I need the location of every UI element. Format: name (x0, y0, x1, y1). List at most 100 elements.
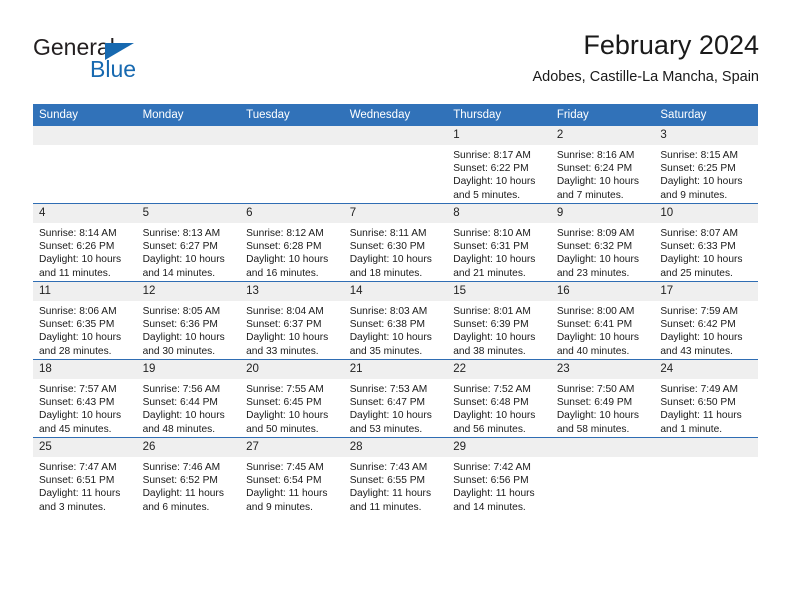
day-number: 15 (447, 282, 551, 301)
day-number: 26 (136, 438, 241, 457)
sunrise-text: Sunrise: 8:09 AM (556, 228, 635, 239)
calendar-day-cell[interactable]: 2 Sunrise: 8:16 AM Sunset: 6:24 PM Daylight… (550, 126, 655, 204)
daylight-text: Daylight: 11 hours and 6 minutes. (142, 488, 224, 513)
calendar-day-cell[interactable]: 18 Sunrise: 7:57 AM Sunset: 6:43 PM Dayligh… (33, 359, 137, 438)
calendar-day-cell[interactable]: 6 Sunrise: 8:12 AM Sunset: 6:28 PM Daylight… (240, 203, 344, 282)
daylight-text: Daylight: 10 hours and 58 minutes. (556, 410, 639, 435)
day-details: Sunrise: 7:42 AM Sunset: 6:56 PM Daylight:… (447, 457, 551, 514)
daylight-text: Daylight: 10 hours and 21 minutes. (453, 254, 536, 279)
sunrise-text: Sunrise: 8:07 AM (660, 228, 738, 239)
calendar-day-cell[interactable]: 24 Sunrise: 7:49 AM Sunset: 6:50 PM Dayligh… (654, 359, 758, 438)
daylight-text: Daylight: 10 hours and 40 minutes. (556, 332, 639, 357)
sunrise-text: Sunrise: 8:13 AM (142, 228, 221, 239)
day-details: Sunrise: 8:01 AM Sunset: 6:39 PM Daylight:… (447, 301, 551, 358)
daylight-text: Daylight: 10 hours and 16 minutes. (246, 254, 329, 279)
day-details: Sunrise: 7:45 AM Sunset: 6:54 PM Daylight:… (240, 457, 344, 514)
day-details: Sunrise: 8:13 AM Sunset: 6:27 PM Daylight:… (137, 223, 241, 280)
calendar-page: General Blue February 2024 Adobes, Casti… (0, 0, 792, 612)
sunrise-text: Sunrise: 8:00 AM (556, 306, 635, 317)
calendar-header-row: Sunday Monday Tuesday Wednesday Thursday Frid… (33, 104, 758, 126)
day-details: Sunrise: 7:56 AM Sunset: 6:44 PM Daylight:… (137, 379, 241, 436)
calendar-day-cell[interactable]: 19 Sunrise: 7:56 AM Sunset: 6:44 PM Dayligh… (136, 359, 241, 438)
calendar-day-cell[interactable]: 27 Sunrise: 7:45 AM Sunset: 6:54 PM Dayligh… (240, 437, 344, 515)
calendar-day-cell[interactable]: 29 Sunrise: 7:42 AM Sunset: 6:56 PM Dayligh… (447, 437, 551, 515)
day-details: Sunrise: 7:47 AM Sunset: 6:51 PM Daylight:… (33, 457, 137, 514)
day-details: Sunrise: 8:11 AM Sunset: 6:30 PM Daylight:… (344, 223, 448, 280)
sunset-text: Sunset: 6:26 PM (39, 241, 115, 253)
day-details: Sunrise: 7:50 AM Sunset: 6:49 PM Daylight:… (551, 379, 655, 436)
day-number: 20 (240, 360, 344, 379)
sunrise-text: Sunrise: 8:01 AM (453, 306, 531, 317)
sunset-text: Sunset: 6:28 PM (246, 241, 322, 253)
day-number: 9 (550, 204, 655, 223)
calendar-day-cell[interactable]: 5 Sunrise: 8:13 AM Sunset: 6:27 PM Daylight… (136, 203, 241, 282)
daylight-text: Daylight: 10 hours and 7 minutes. (556, 176, 639, 201)
page-title: February 2024 (583, 30, 759, 60)
calendar-day-cell[interactable]: 10 Sunrise: 8:07 AM Sunset: 6:33 PM Dayligh… (654, 203, 758, 282)
sunset-text: Sunset: 6:52 PM (142, 475, 218, 487)
day-details: Sunrise: 8:05 AM Sunset: 6:36 PM Daylight:… (137, 301, 241, 358)
calendar-day-cell[interactable]: 9 Sunrise: 8:09 AM Sunset: 6:32 PM Daylight… (550, 203, 655, 282)
calendar-day-cell[interactable]: 20 Sunrise: 7:55 AM Sunset: 6:45 PM Dayligh… (240, 359, 344, 438)
day-details: Sunrise: 7:43 AM Sunset: 6:55 PM Daylight:… (344, 457, 448, 514)
day-number (654, 438, 758, 457)
calendar-week-row: 11 Sunrise: 8:06 AM Sunset: 6:35 PM Dayligh… (33, 281, 758, 360)
calendar-day-cell[interactable]: 12 Sunrise: 8:05 AM Sunset: 6:36 PM Dayligh… (136, 281, 241, 360)
weekday-header-wednesday: Wednesday (343, 104, 448, 126)
day-number: 14 (343, 282, 448, 301)
daylight-text: Daylight: 10 hours and 48 minutes. (142, 410, 225, 435)
calendar-day-cell[interactable]: 16 Sunrise: 8:00 AM Sunset: 6:41 PM Dayligh… (550, 281, 655, 360)
sunrise-text: Sunrise: 7:50 AM (556, 384, 635, 395)
calendar-cell-empty (136, 126, 241, 204)
calendar-cell-empty (240, 126, 344, 204)
day-number: 6 (240, 204, 344, 223)
general-blue-logo[interactable]: General Blue (33, 34, 273, 92)
calendar-day-cell[interactable]: 17 Sunrise: 7:59 AM Sunset: 6:42 PM Dayligh… (654, 281, 758, 360)
calendar-week-row: 18 Sunrise: 7:57 AM Sunset: 6:43 PM Dayligh… (33, 359, 758, 438)
sunrise-text: Sunrise: 8:05 AM (142, 306, 221, 317)
sunset-text: Sunset: 6:44 PM (142, 397, 218, 409)
daylight-text: Daylight: 11 hours and 9 minutes. (246, 488, 328, 513)
sunrise-text: Sunrise: 8:04 AM (246, 306, 324, 317)
calendar-day-cell[interactable]: 25 Sunrise: 7:47 AM Sunset: 6:51 PM Dayligh… (33, 437, 137, 515)
calendar-day-cell[interactable]: 15 Sunrise: 8:01 AM Sunset: 6:39 PM Dayligh… (447, 281, 551, 360)
calendar-day-cell[interactable]: 13 Sunrise: 8:04 AM Sunset: 6:37 PM Dayligh… (240, 281, 344, 360)
sunset-text: Sunset: 6:24 PM (556, 163, 633, 175)
daylight-text: Daylight: 11 hours and 14 minutes. (453, 488, 535, 513)
sunset-text: Sunset: 6:54 PM (246, 475, 322, 487)
calendar-day-cell[interactable]: 4 Sunrise: 8:14 AM Sunset: 6:26 PM Daylight… (33, 203, 137, 282)
day-number: 16 (550, 282, 655, 301)
calendar-day-cell[interactable]: 8 Sunrise: 8:10 AM Sunset: 6:31 PM Daylight… (447, 203, 551, 282)
day-details: Sunrise: 8:16 AM Sunset: 6:24 PM Daylight:… (551, 145, 655, 202)
calendar-day-cell[interactable]: 23 Sunrise: 7:50 AM Sunset: 6:49 PM Dayligh… (550, 359, 655, 438)
day-details: Sunrise: 7:46 AM Sunset: 6:52 PM Daylight:… (137, 457, 241, 514)
day-number (343, 126, 448, 145)
calendar-day-cell[interactable]: 7 Sunrise: 8:11 AM Sunset: 6:30 PM Daylight… (343, 203, 448, 282)
sunset-text: Sunset: 6:48 PM (453, 397, 529, 409)
sunset-text: Sunset: 6:31 PM (453, 241, 529, 253)
calendar-day-cell[interactable]: 22 Sunrise: 7:52 AM Sunset: 6:48 PM Dayligh… (447, 359, 551, 438)
day-details: Sunrise: 8:03 AM Sunset: 6:38 PM Daylight:… (344, 301, 448, 358)
day-number (136, 126, 241, 145)
calendar-day-cell[interactable]: 1 Sunrise: 8:17 AM Sunset: 6:22 PM Daylight… (447, 126, 551, 204)
calendar-day-cell[interactable]: 3 Sunrise: 8:15 AM Sunset: 6:25 PM Daylight… (654, 126, 758, 204)
daylight-text: Daylight: 11 hours and 11 minutes. (349, 488, 432, 513)
sunrise-text: Sunrise: 7:45 AM (246, 462, 324, 473)
calendar-body: 1 Sunrise: 8:17 AM Sunset: 6:22 PM Daylight… (33, 126, 758, 515)
day-number: 23 (550, 360, 655, 379)
calendar-day-cell[interactable]: 14 Sunrise: 8:03 AM Sunset: 6:38 PM Dayligh… (343, 281, 448, 360)
daylight-text: Daylight: 10 hours and 35 minutes. (349, 332, 432, 357)
sunset-text: Sunset: 6:27 PM (142, 241, 218, 253)
daylight-text: Daylight: 10 hours and 23 minutes. (556, 254, 639, 279)
sunrise-text: Sunrise: 7:42 AM (453, 462, 531, 473)
sunset-text: Sunset: 6:25 PM (660, 163, 736, 175)
calendar-day-cell[interactable]: 28 Sunrise: 7:43 AM Sunset: 6:55 PM Dayligh… (343, 437, 448, 515)
calendar-day-cell[interactable]: 11 Sunrise: 8:06 AM Sunset: 6:35 PM Dayligh… (33, 281, 137, 360)
sunset-text: Sunset: 6:47 PM (349, 397, 426, 409)
calendar-day-cell[interactable]: 26 Sunrise: 7:46 AM Sunset: 6:52 PM Dayligh… (136, 437, 241, 515)
weekday-header-tuesday: Tuesday (240, 104, 344, 126)
day-number: 22 (447, 360, 551, 379)
page-header: General Blue February 2024 Adobes, Casti… (33, 28, 759, 98)
day-number: 5 (136, 204, 241, 223)
calendar-day-cell[interactable]: 21 Sunrise: 7:53 AM Sunset: 6:47 PM Dayligh… (343, 359, 448, 438)
